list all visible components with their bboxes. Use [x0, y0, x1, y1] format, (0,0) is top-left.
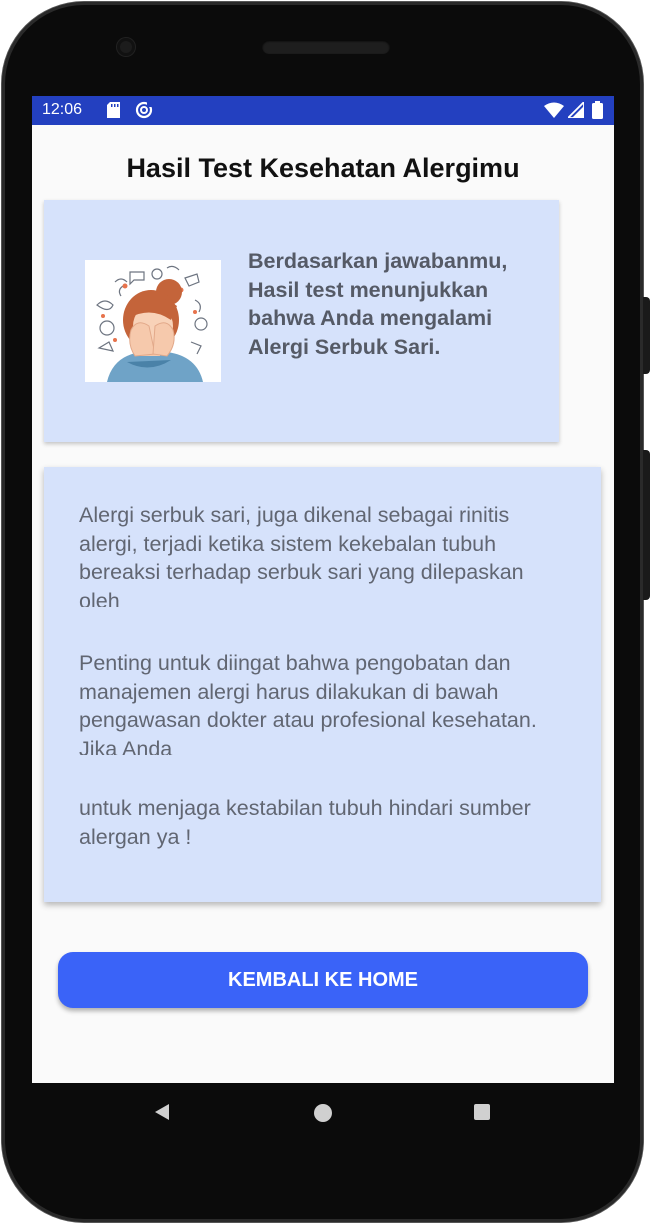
status-time: 12:06 [42, 101, 83, 118]
navigation-bar [32, 1083, 614, 1143]
result-text: Berdasarkan jawabanmu, Hasil test menunj… [248, 249, 508, 359]
wifi-icon [544, 102, 564, 118]
app-screen: 12:06 Hasil Test Kesehatan Alergimu Berd… [32, 96, 614, 1083]
back-icon[interactable] [153, 1103, 171, 1121]
recents-icon[interactable] [473, 1103, 491, 1121]
page-title: Hasil Test Kesehatan Alergimu [126, 153, 520, 183]
signal-icon [568, 102, 584, 118]
sd-card-icon [107, 102, 120, 118]
info-card[interactable]: Alergi serbuk sari, juga dikenal sebagai… [44, 467, 601, 902]
earpiece-speaker [262, 40, 390, 54]
info-paragraph-2: Penting untuk diingat bahwa pengobatan d… [79, 651, 537, 755]
home-icon[interactable] [313, 1103, 333, 1123]
info-paragraph-1: Alergi serbuk sari, juga dikenal sebagai… [79, 503, 524, 607]
woman-allergy-illustration [85, 260, 221, 382]
info-paragraph-3: untuk menjaga kestabilan tubuh hindari s… [79, 796, 531, 849]
power-button [643, 297, 650, 374]
front-camera [117, 38, 135, 56]
result-card: Berdasarkan jawabanmu, Hasil test menunj… [44, 200, 559, 442]
battery-icon [592, 101, 603, 119]
volume-buttons [643, 450, 650, 600]
back-to-home-button[interactable]: KEMBALI KE HOME [58, 952, 588, 1008]
status-bar: 12:06 [32, 96, 614, 125]
data-saver-icon [135, 101, 153, 119]
